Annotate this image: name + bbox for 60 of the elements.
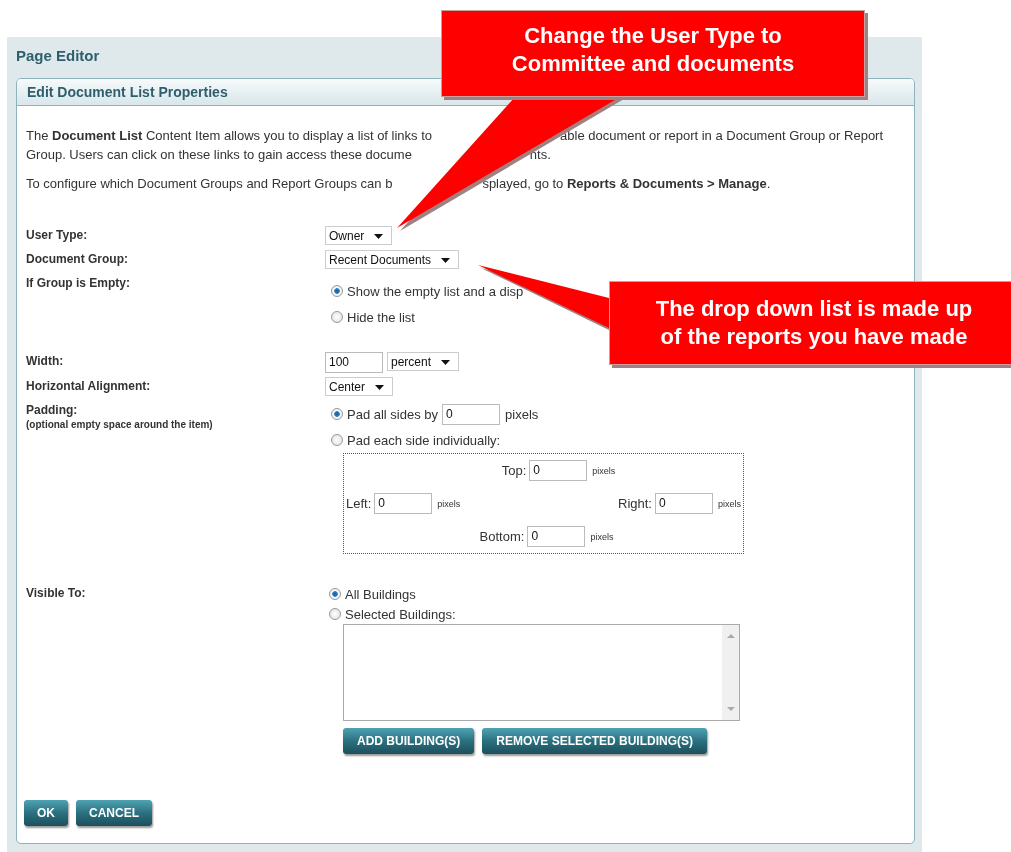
radio-label: Pad all sides by: [347, 406, 439, 422]
unit-label: pixels: [592, 465, 616, 476]
unit-label: pixels: [437, 498, 461, 509]
radio-button[interactable]: [329, 608, 341, 620]
window-title: Page Editor: [16, 47, 100, 65]
input-field[interactable]: 0: [374, 493, 433, 514]
scroll-down-icon[interactable]: [727, 707, 735, 711]
scroll-up-icon[interactable]: [727, 634, 735, 638]
radio-label: Show the empty list and a disp: [347, 283, 524, 299]
radio-label: Hide the list: [347, 309, 415, 325]
input-field[interactable]: 100: [325, 352, 383, 373]
unit-label: pixels: [590, 531, 614, 542]
description-text: Group. Users can click on these links to gain access these docume: [26, 147, 412, 162]
field-label: Padding:: [26, 402, 79, 419]
dropdown[interactable]: Center: [325, 377, 394, 396]
callout-text: Change the User Type to Committee and documents: [510, 22, 796, 78]
dropdown[interactable]: Owner: [325, 226, 393, 245]
callout-text: The drop down list is made up of the reports you have made: [654, 295, 974, 351]
field-note: (optional empty space around the item): [26, 419, 214, 430]
unit-label: pixels: [718, 498, 741, 509]
field-label: Right:: [618, 496, 652, 511]
building-list[interactable]: [343, 624, 740, 721]
description-text: splayed, go to Reports & Documents > Manage.: [482, 176, 771, 191]
description-text: To configure which Document Groups and Report Groups can b: [26, 176, 393, 191]
scrollbar[interactable]: [722, 625, 739, 720]
caret-icon: [375, 385, 385, 390]
description-text: nts.: [529, 147, 551, 162]
field-label: Width:: [26, 353, 65, 370]
input-field[interactable]: 0: [655, 493, 713, 514]
action-button[interactable]: ADD BUILDING(S): [343, 728, 475, 754]
radio-label: Pad each side individually:: [347, 432, 501, 448]
radio-button[interactable]: [331, 434, 343, 446]
input-field[interactable]: 0: [527, 526, 586, 547]
dialog-button[interactable]: CANCEL: [76, 800, 152, 826]
input-field[interactable]: 0: [442, 403, 501, 425]
caret-icon: [374, 234, 384, 239]
field-label: User Type:: [26, 227, 89, 244]
description-text: The Document List Content Item allows you to display a list of links to: [26, 128, 433, 143]
field-label: Top:: [501, 463, 527, 478]
input-field[interactable]: 0: [529, 460, 588, 481]
dropdown[interactable]: Recent Documents: [325, 250, 460, 269]
caret-icon: [441, 258, 451, 263]
dropdown[interactable]: percent: [387, 352, 460, 371]
field-label: Visible To:: [26, 585, 87, 602]
field-label: Horizontal Alignment:: [26, 378, 152, 395]
dialog-button[interactable]: OK: [24, 800, 68, 826]
field-label: Bottom:: [479, 529, 525, 544]
radio-button[interactable]: [331, 285, 343, 297]
action-button[interactable]: REMOVE SELECTED BUILDING(S): [482, 728, 707, 754]
field-label: Left:: [346, 496, 372, 511]
caret-icon: [441, 360, 451, 365]
field-label: If Group is Empty:: [26, 275, 131, 292]
radio-button[interactable]: [329, 588, 341, 600]
radio-button[interactable]: [331, 408, 343, 420]
field-label: Document Group:: [26, 251, 129, 268]
radio-label: Selected Buildings:: [345, 606, 456, 622]
description-text: able document or report in a Document Group or Report: [560, 128, 884, 143]
radio-label: All Buildings: [345, 586, 416, 602]
unit-label: pixels: [505, 406, 539, 422]
radio-button[interactable]: [331, 311, 343, 323]
